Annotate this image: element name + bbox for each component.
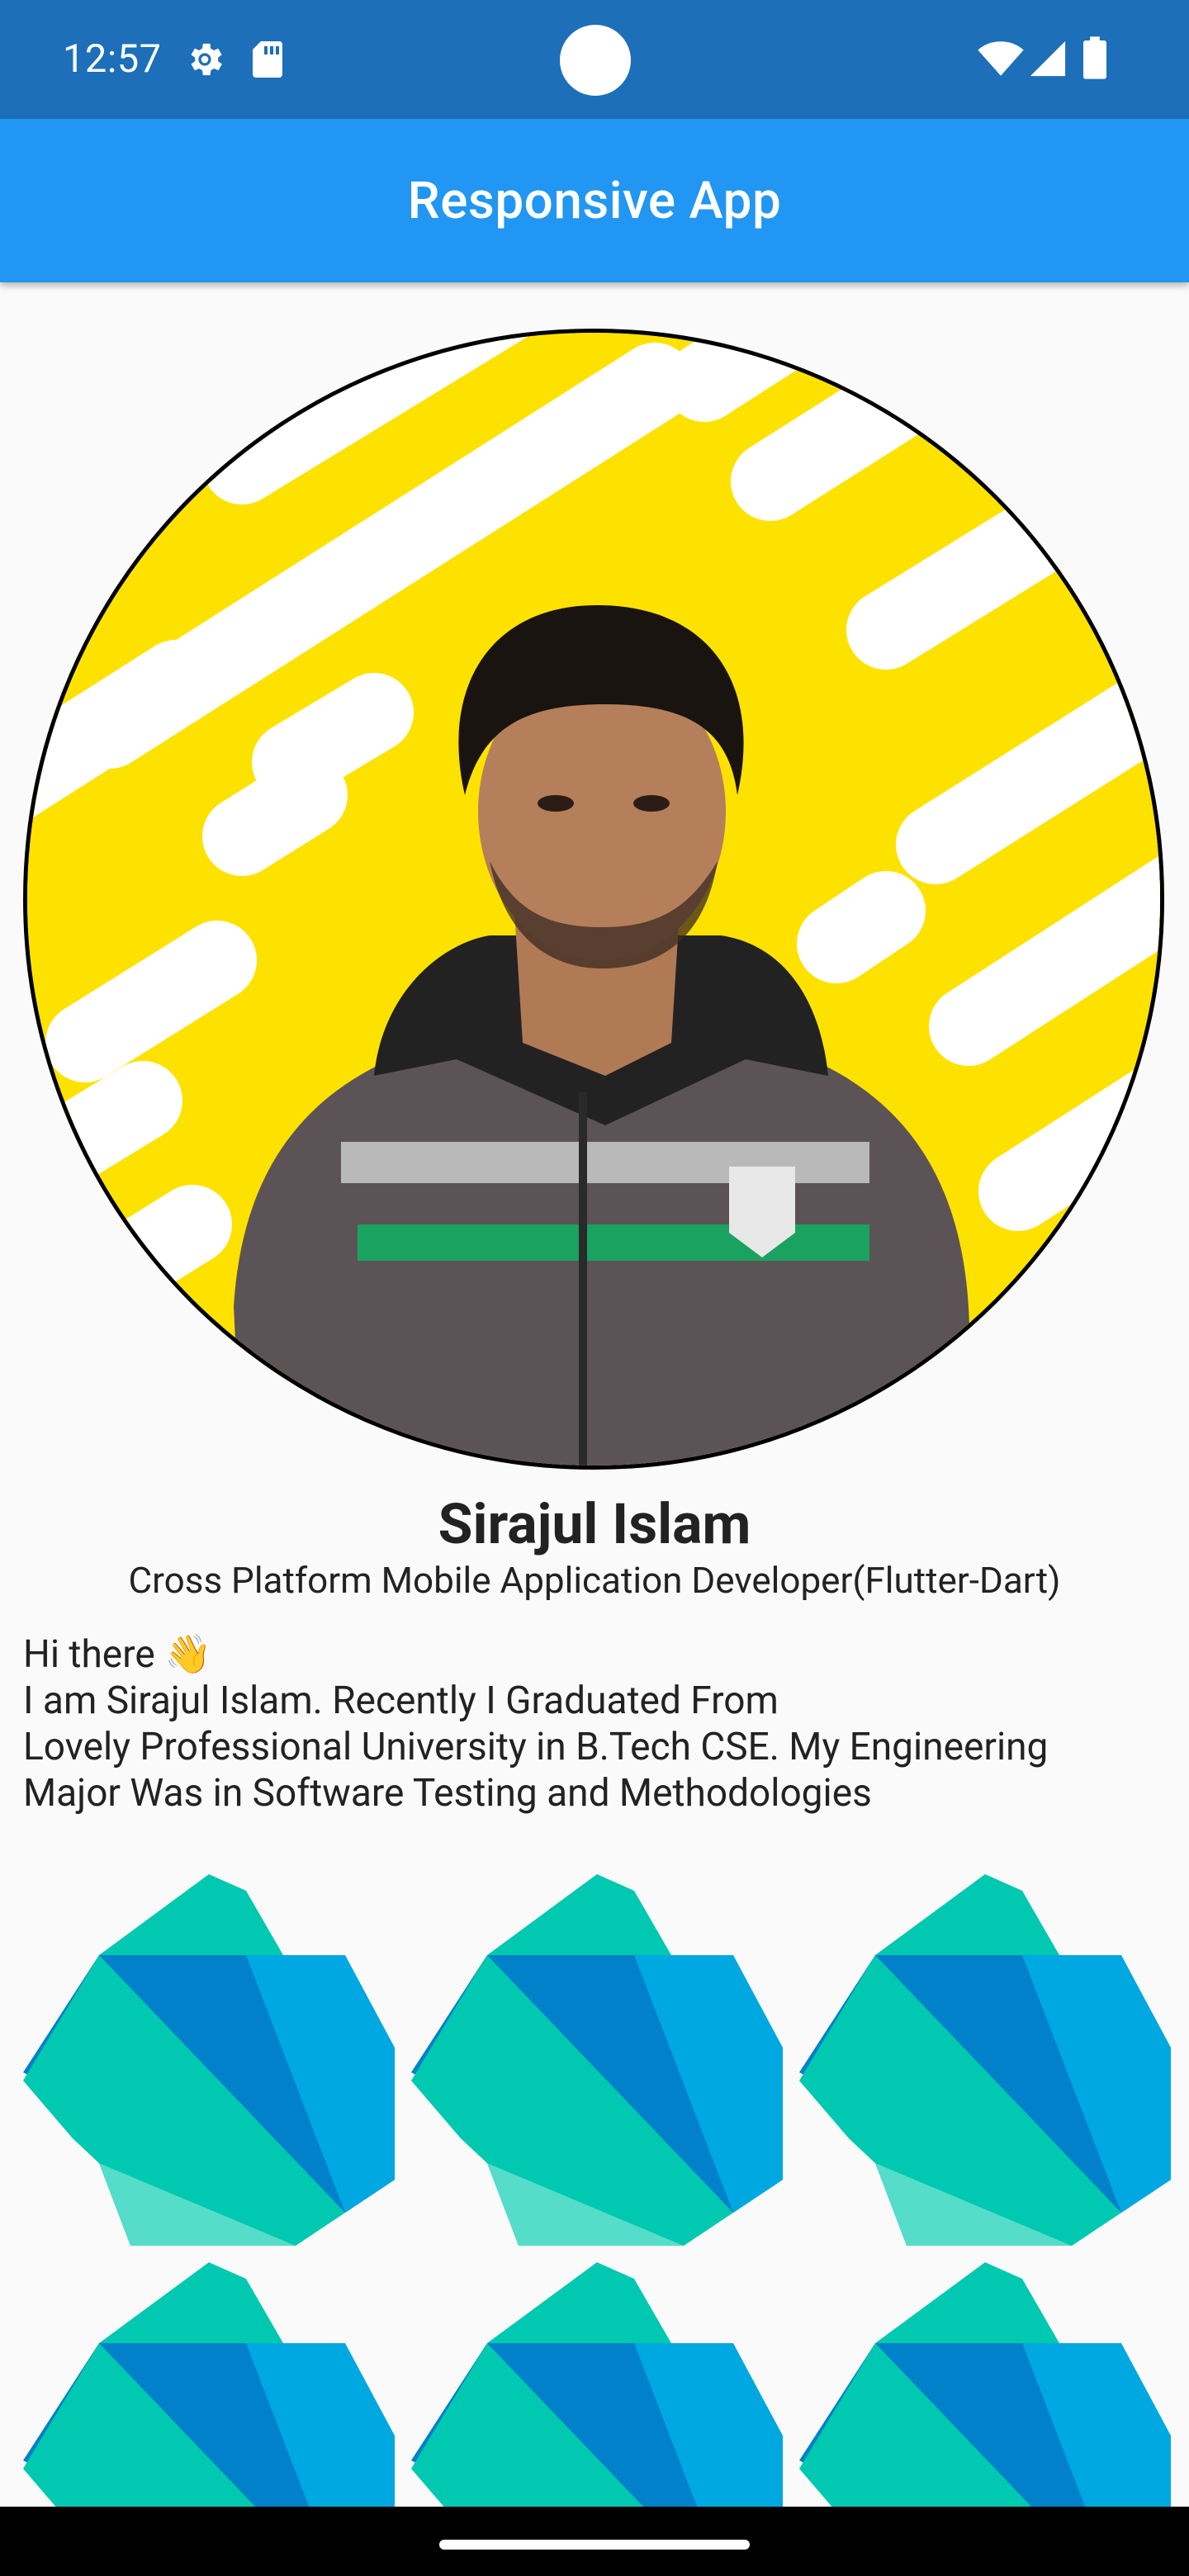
logo-grid — [23, 1874, 1179, 2510]
signal-icon — [1030, 40, 1066, 77]
wifi-icon — [978, 41, 1024, 76]
settings-gear-icon — [191, 43, 222, 76]
app-title: Responsive App — [407, 170, 782, 231]
dart-logo-icon — [23, 1874, 395, 2246]
home-gesture-handle[interactable] — [439, 2540, 750, 2550]
bio-line: Major Was in Software Testing and Method… — [23, 1771, 872, 1816]
sd-card-icon — [253, 41, 282, 78]
dart-logo-icon — [411, 1874, 783, 2246]
bio-line: Lovely Professional University in B.Tech… — [23, 1725, 1049, 1769]
app-bar: Responsive App — [0, 119, 1189, 282]
profile-name: Sirajul Islam — [438, 1491, 751, 1557]
bio-line: Hi there 👋 — [23, 1632, 212, 1677]
dart-logo-icon — [411, 2262, 783, 2510]
profile-role: Cross Platform Mobile Application Develo… — [128, 1559, 1061, 1602]
bio-line: I am Sirajul Islam. Recently I Graduated… — [23, 1679, 779, 1723]
status-bar: 12:57 — [0, 0, 1189, 119]
dart-logo-icon — [23, 2262, 395, 2510]
front-camera — [560, 25, 631, 96]
status-time: 12:57 — [63, 36, 162, 82]
battery-icon — [1083, 36, 1106, 79]
profile-photo — [27, 333, 1160, 1466]
profile-bio: Hi there 👋 I am Sirajul Islam. Recently … — [23, 1631, 1171, 1816]
dart-logo-icon — [799, 1874, 1171, 2246]
dart-logo-icon — [799, 2262, 1171, 2510]
profile-avatar — [23, 329, 1164, 1470]
